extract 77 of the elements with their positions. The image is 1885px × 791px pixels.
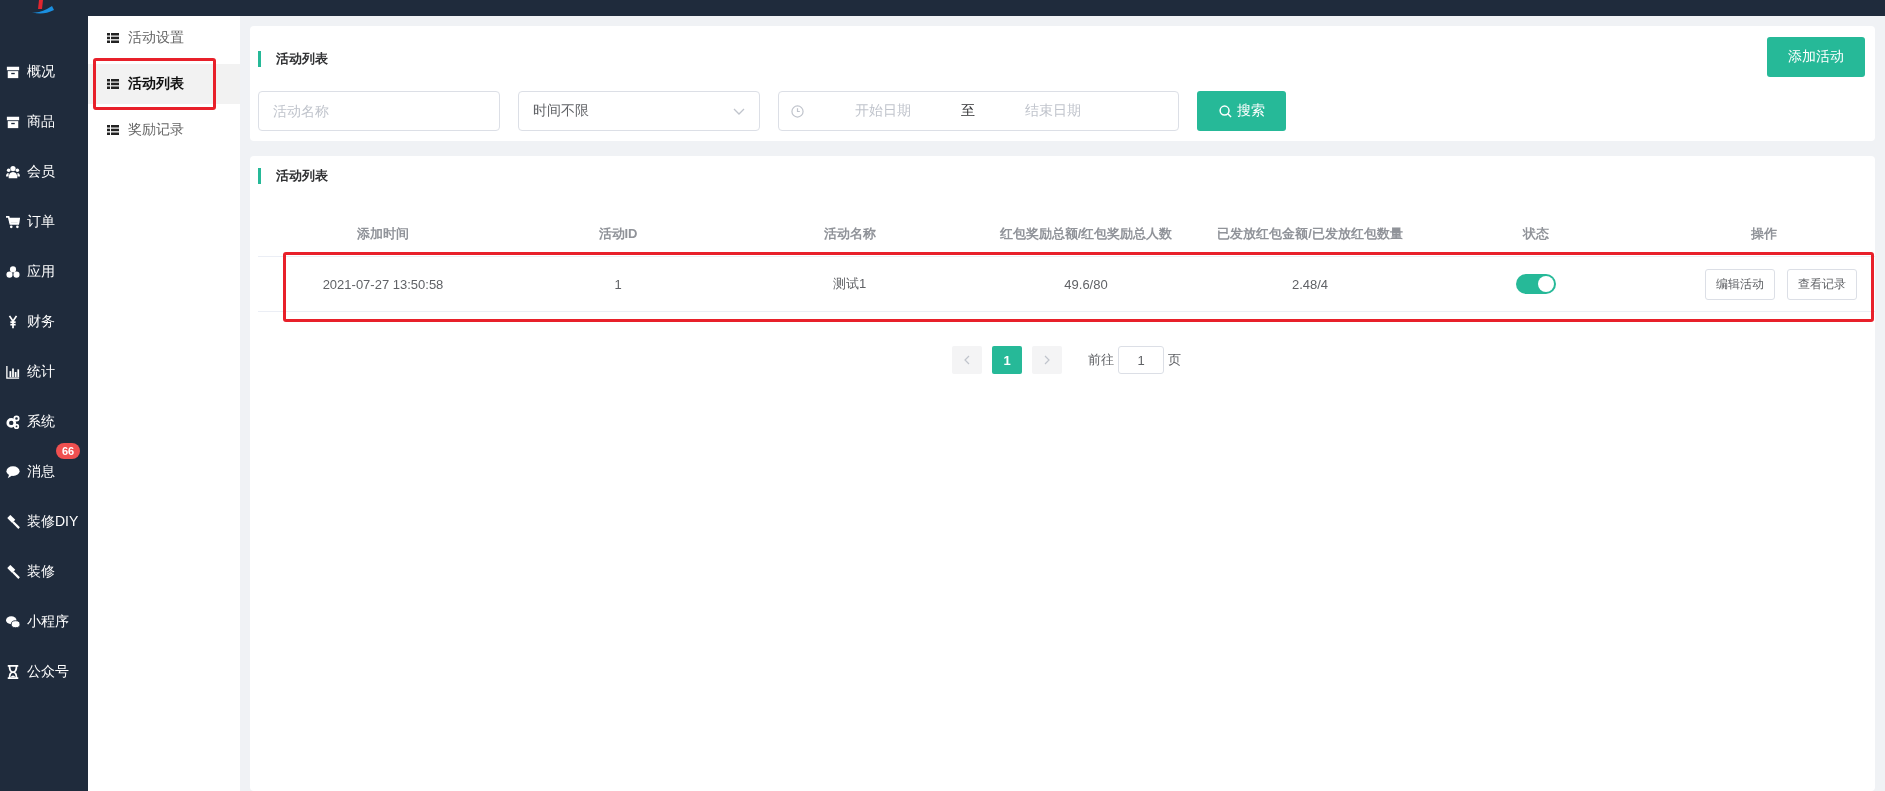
page-input[interactable]: 1 <box>1118 346 1164 374</box>
column-header: 状态 <box>1521 225 1550 243</box>
cubes-icon <box>6 265 20 279</box>
status-toggle[interactable] <box>1516 274 1556 294</box>
column-header: 添加时间 <box>356 225 410 243</box>
action-button[interactable]: 查看记录 <box>1787 268 1857 300</box>
table-cell-text: 1 <box>613 275 623 294</box>
hammer-icon <box>6 515 20 529</box>
sidebar-item[interactable]: 会员 <box>0 147 88 197</box>
sidebar-label: 订单 <box>27 213 55 231</box>
sidebar-item[interactable]: 概况 <box>0 47 88 97</box>
sidebar-item[interactable]: 商品 <box>0 97 88 147</box>
time-select[interactable]: 时间不限 <box>518 91 760 131</box>
sidebar-label: 会员 <box>27 163 55 181</box>
sidebar-label: 系统 <box>27 413 55 431</box>
sidebar-item[interactable]: 小程序 <box>0 597 88 647</box>
sidebar-label: 装修 <box>27 563 55 581</box>
column-header: 红包奖励总额/红包奖励总人数 <box>998 225 1174 243</box>
sidebar-label: 公众号 <box>27 663 69 681</box>
search-icon <box>1218 104 1232 118</box>
clock-icon <box>791 104 804 118</box>
submenu-item[interactable]: 奖励记录 <box>88 110 240 150</box>
archive-icon <box>6 115 20 129</box>
end-date-placeholder: 结束日期 <box>1024 102 1082 120</box>
table-cell-text: 测试1 <box>831 275 868 293</box>
sidebar-item[interactable]: 统计 <box>0 347 88 397</box>
notification-badge: 66 <box>56 443 81 459</box>
sidebar-label: 商品 <box>27 113 55 131</box>
sidebar-label: 消息 <box>27 463 55 481</box>
next-page-button[interactable] <box>1032 346 1062 374</box>
submenu-item[interactable]: 活动设置 <box>88 18 240 58</box>
list-icon <box>107 33 119 43</box>
chevron-down-icon <box>733 107 745 115</box>
range-separator: 至 <box>960 102 976 120</box>
column-header: 操作 <box>1750 225 1778 243</box>
submenu-item[interactable]: 活动列表 <box>88 64 240 104</box>
column-header: 活动名称 <box>822 225 877 243</box>
date-range-field[interactable]: 开始日期 至 结束日期 <box>778 91 1179 131</box>
sidebar-item[interactable]: 订单 <box>0 197 88 247</box>
sidebar-item[interactable]: 装修DIY <box>0 497 88 547</box>
cart-icon <box>6 215 20 229</box>
gears-icon <box>6 415 20 429</box>
yen-icon <box>6 315 20 329</box>
table-cell-text: 2021-07-27 13:50:58 <box>321 275 445 294</box>
sidebar-label: 应用 <box>27 263 55 281</box>
chevron-right-icon <box>1044 355 1050 365</box>
hourglass-icon <box>6 665 20 679</box>
bar-chart-icon <box>6 365 20 379</box>
column-header: 活动ID <box>597 225 639 243</box>
chat-bubbles-icon <box>6 615 20 629</box>
sidebar-item[interactable]: 财务 <box>0 297 88 347</box>
sidebar-label: 小程序 <box>27 613 69 631</box>
table-cell-text: 49.6/80 <box>1063 275 1109 294</box>
sidebar-label: 财务 <box>27 313 55 331</box>
hammer-icon <box>6 565 20 579</box>
table-cell-text: 2.48/4 <box>1290 275 1330 294</box>
section-title: 活动列表 <box>258 168 1875 184</box>
archive-icon <box>6 65 20 79</box>
goto-label: 前往 <box>1088 351 1114 369</box>
sidebar-item[interactable]: 公众号 <box>0 647 88 697</box>
sidebar-label: 概况 <box>27 63 55 81</box>
users-icon <box>6 165 20 179</box>
chevron-left-icon <box>964 355 970 365</box>
action-button[interactable]: 编辑活动 <box>1705 268 1775 300</box>
section-title: 活动列表 <box>258 51 328 67</box>
speech-bubble-icon <box>6 465 20 479</box>
sidebar-item[interactable]: 应用 <box>0 247 88 297</box>
activity-name-field[interactable]: 活动名称 <box>258 91 500 131</box>
sidebar-item[interactable]: 装修 <box>0 547 88 597</box>
page-unit-label: 页 <box>1168 351 1181 369</box>
previous-page-button[interactable] <box>952 346 982 374</box>
column-header: 已发放红包金额/已发放红包数量 <box>1216 225 1404 243</box>
sidebar-label: 装修DIY <box>27 513 79 531</box>
start-date-placeholder: 开始日期 <box>854 102 912 120</box>
sidebar-label: 统计 <box>27 363 55 381</box>
list-icon <box>107 125 119 135</box>
list-icon <box>107 79 119 89</box>
